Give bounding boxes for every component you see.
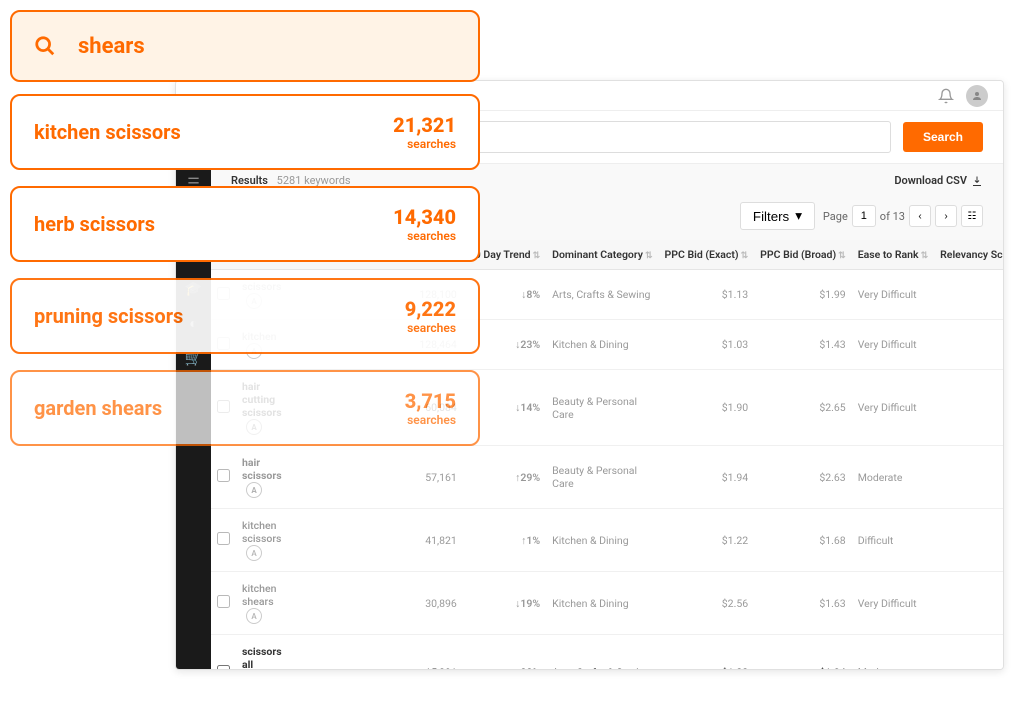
cell-category: Kitchen & Dining <box>546 572 658 635</box>
col-ease[interactable]: Ease to Rank⇅ <box>852 240 934 270</box>
cell-category: Beauty & Personal Care <box>546 370 658 446</box>
overlay-result-3: pruning scissors 9,222 searches <box>10 278 480 354</box>
cell-keyword: scissors all purpose A <box>236 635 298 670</box>
cell-volume: 57,161 <box>298 446 463 509</box>
info-icon[interactable]: A <box>246 482 262 498</box>
cell-volume: 15,391 <box>298 635 463 670</box>
download-csv-link[interactable]: Download CSV <box>894 174 983 187</box>
overlay-result-2: herb scissors 14,340 searches <box>10 186 480 262</box>
table-row[interactable]: scissors all purpose A15,391↑22%Arts, Cr… <box>211 635 1003 670</box>
cell-relevancy: 117 <box>934 509 1003 572</box>
row-checkbox[interactable] <box>217 469 230 482</box>
cell-category: Kitchen & Dining <box>546 320 658 370</box>
cell-relevancy: 107 <box>934 572 1003 635</box>
cell-ease: Very Difficult <box>852 320 934 370</box>
cell-ease: Moderate <box>852 635 934 670</box>
overlay-result-3-count: 9,222 <box>405 297 456 321</box>
row-checkbox[interactable] <box>217 532 230 545</box>
cell-ppc-broad: $1.34 <box>754 635 852 670</box>
cell-relevancy: 69 <box>934 370 1003 446</box>
cell-category: Beauty & Personal Care <box>546 446 658 509</box>
cell-ppc-exact: $2.56 <box>659 572 755 635</box>
page-total: of 13 <box>880 210 905 223</box>
avatar[interactable] <box>966 85 988 107</box>
cell-keyword: hair scissors A <box>236 446 298 509</box>
info-icon[interactable]: A <box>246 545 262 561</box>
overlay-result-2-count: 14,340 <box>393 205 456 229</box>
cell-category: Kitchen & Dining <box>546 509 658 572</box>
cell-relevancy: 259 <box>934 635 1003 670</box>
table-row[interactable]: kitchen scissors A41,821↑1%Kitchen & Din… <box>211 509 1003 572</box>
overlay-result-2-term: herb scissors <box>34 212 155 236</box>
cell-volume: 41,821 <box>298 509 463 572</box>
row-checkbox[interactable] <box>217 595 230 608</box>
cell-ease: Very Difficult <box>852 370 934 446</box>
page-label: Page <box>823 210 848 223</box>
col-relevancy[interactable]: Relevancy Score⇅ <box>934 240 1003 270</box>
cell-ppc-exact: $1.22 <box>659 635 755 670</box>
filters-label: Filters <box>753 209 789 224</box>
overlay-result-1-label: searches <box>393 137 456 151</box>
cell-ppc-broad: $2.65 <box>754 370 852 446</box>
search-button[interactable]: Search <box>903 122 983 152</box>
overlay-result-4-count: 3,715 <box>405 389 456 413</box>
cell-ppc-exact: $1.13 <box>659 270 755 320</box>
overlay-search-card: shears <box>10 10 480 82</box>
prev-page-button[interactable]: ‹ <box>909 205 931 227</box>
overlay-result-1: kitchen scissors 21,321 searches <box>10 94 480 170</box>
cell-relevancy: 54 <box>934 320 1003 370</box>
cell-ppc-broad: $1.68 <box>754 509 852 572</box>
cell-trend: ↑29% <box>463 446 546 509</box>
cell-ppc-broad: $1.63 <box>754 572 852 635</box>
cell-ppc-broad: $1.43 <box>754 320 852 370</box>
notification-icon[interactable] <box>936 86 956 106</box>
cell-category: Arts, Crafts & Sewing <box>546 270 658 320</box>
row-checkbox[interactable] <box>217 665 230 670</box>
overlay-result-2-label: searches <box>393 229 456 243</box>
columns-button[interactable]: ☷ <box>961 205 983 227</box>
next-page-button[interactable]: › <box>935 205 957 227</box>
cell-relevancy: - <box>934 270 1003 320</box>
cell-keyword: kitchen shears A <box>236 572 298 635</box>
cell-ppc-exact: $1.94 <box>659 446 755 509</box>
overlay-result-1-count: 21,321 <box>393 113 456 137</box>
chevron-down-icon: ▾ <box>795 208 802 224</box>
cell-trend: ↑22% <box>463 635 546 670</box>
overlay-result-4-label: searches <box>405 413 456 427</box>
overlay-search-term: shears <box>78 34 145 59</box>
overlay-result-1-term: kitchen scissors <box>34 120 181 144</box>
cell-ppc-exact: $1.03 <box>659 320 755 370</box>
cell-trend: ↑1% <box>463 509 546 572</box>
cell-ppc-broad: $2.63 <box>754 446 852 509</box>
page-number-input[interactable] <box>852 205 876 227</box>
overlay-result-4: garden shears 3,715 searches <box>10 370 480 446</box>
col-ppc-exact[interactable]: PPC Bid (Exact)⇅ <box>659 240 755 270</box>
filters-button[interactable]: Filters ▾ <box>740 202 815 230</box>
col-ppc-broad[interactable]: PPC Bid (Broad)⇅ <box>754 240 852 270</box>
cell-ppc-exact: $1.22 <box>659 509 755 572</box>
cell-volume: 30,896 <box>298 572 463 635</box>
search-icon <box>34 35 56 57</box>
info-icon[interactable]: A <box>246 608 262 624</box>
cell-ppc-exact: $1.90 <box>659 370 755 446</box>
cell-ppc-broad: $1.99 <box>754 270 852 320</box>
col-category[interactable]: Dominant Category⇅ <box>546 240 658 270</box>
cell-ease: Difficult <box>852 509 934 572</box>
table-row[interactable]: kitchen shears A30,896↓19%Kitchen & Dini… <box>211 572 1003 635</box>
cell-ease: Moderate <box>852 446 934 509</box>
download-csv-label: Download CSV <box>894 174 967 187</box>
overlay-result-4-term: garden shears <box>34 396 162 420</box>
overlay-result-3-term: pruning scissors <box>34 304 183 328</box>
overlay-result-3-label: searches <box>405 321 456 335</box>
cell-keyword: kitchen scissors A <box>236 509 298 572</box>
pagination: Page of 13 ‹ › ☷ <box>823 205 983 227</box>
cell-relevancy: 80 <box>934 446 1003 509</box>
cell-ease: Very Difficult <box>852 572 934 635</box>
table-row[interactable]: hair scissors A57,161↑29%Beauty & Person… <box>211 446 1003 509</box>
cell-trend: ↓19% <box>463 572 546 635</box>
cell-ease: Very Difficult <box>852 270 934 320</box>
cell-category: Arts, Crafts & Sewing <box>546 635 658 670</box>
